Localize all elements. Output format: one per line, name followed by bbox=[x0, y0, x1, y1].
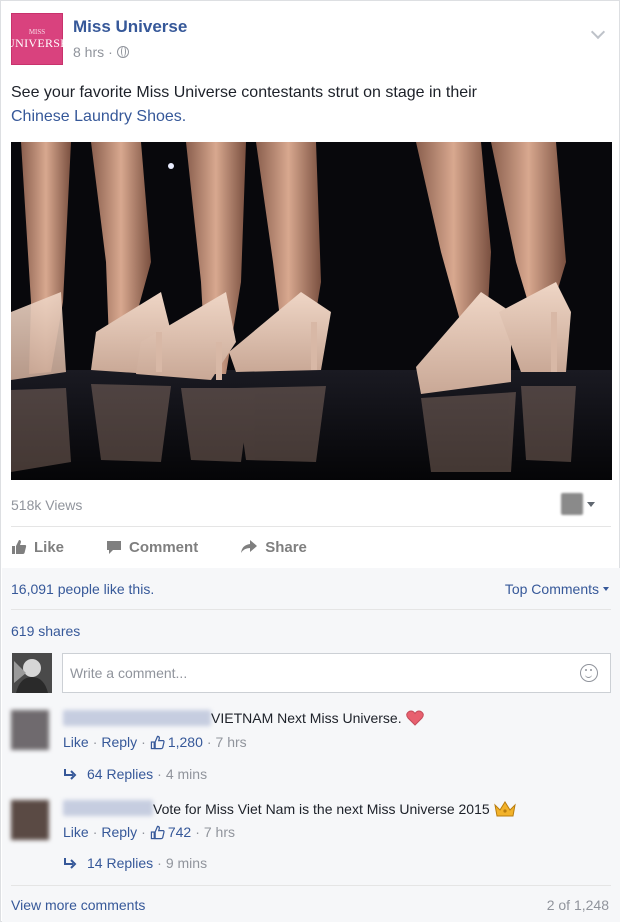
reply-arrow-icon bbox=[64, 858, 77, 869]
chevron-down-icon[interactable] bbox=[590, 24, 606, 40]
view-replies-link[interactable]: 14 Replies · 9 mins bbox=[63, 855, 207, 871]
video-options-menu[interactable] bbox=[561, 493, 595, 515]
dot-separator: · bbox=[92, 734, 98, 750]
comment-time[interactable]: 7 hrs bbox=[216, 734, 247, 750]
post-header: MISS UNIVERSE Miss Universe 8 hrs · bbox=[6, 13, 611, 65]
logo-text: UNIVERSE bbox=[6, 35, 68, 50]
comment-likes-count: 742 bbox=[167, 824, 192, 840]
commenter-avatar[interactable] bbox=[11, 800, 49, 840]
commenter-avatar[interactable] bbox=[11, 710, 49, 750]
share-button[interactable]: Share bbox=[240, 539, 307, 556]
sort-label: Top Comments bbox=[504, 581, 599, 597]
action-bar: Like Comment Share bbox=[11, 535, 349, 559]
comments-pager: 2 of 1,248 bbox=[546, 897, 609, 913]
comment-like-link[interactable]: Like bbox=[63, 824, 89, 840]
page-avatar[interactable]: MISS UNIVERSE bbox=[6, 13, 68, 65]
logo-text-top: MISS bbox=[28, 27, 46, 36]
comment-reply-link[interactable]: Reply bbox=[101, 734, 137, 750]
replies-count: 14 Replies bbox=[87, 855, 154, 871]
user-avatar-image bbox=[12, 653, 52, 693]
comment-time[interactable]: 7 hrs bbox=[204, 824, 235, 840]
comment-like-link[interactable]: Like bbox=[63, 734, 89, 750]
caret-down-icon bbox=[603, 587, 609, 591]
dot-separator: · bbox=[141, 734, 146, 750]
caret-down-icon bbox=[587, 501, 595, 507]
post-meta: 8 hrs · bbox=[73, 44, 129, 60]
thumbs-up-outline-icon bbox=[150, 735, 165, 749]
meta-dot: · bbox=[108, 44, 113, 60]
thumbs-up-outline-icon bbox=[150, 825, 165, 839]
comment-composer[interactable] bbox=[62, 653, 611, 693]
comment-likes[interactable]: 1,280 bbox=[150, 734, 203, 750]
globe-icon bbox=[116, 46, 129, 58]
divider bbox=[11, 526, 611, 527]
replies-time: 9 mins bbox=[165, 855, 208, 871]
emoji-picker-icon[interactable] bbox=[580, 664, 598, 682]
heart-icon bbox=[405, 710, 424, 726]
divider bbox=[11, 885, 611, 886]
view-more-comments-link[interactable]: View more comments bbox=[11, 897, 145, 913]
comment-body: VIETNAM Next Miss Universe. bbox=[211, 710, 402, 726]
crown-icon bbox=[493, 801, 516, 817]
post-body: See your favorite Miss Universe contesta… bbox=[11, 84, 477, 101]
shares-count[interactable]: 619 shares bbox=[11, 623, 80, 639]
dot-separator: · bbox=[157, 766, 162, 782]
like-button[interactable]: Like bbox=[11, 539, 64, 556]
comment-button[interactable]: Comment bbox=[106, 539, 198, 556]
replies-time: 4 mins bbox=[165, 766, 208, 782]
dot-separator: · bbox=[92, 824, 98, 840]
dot-separator: · bbox=[157, 855, 162, 871]
post-card: MISS UNIVERSE Miss Universe 8 hrs · See … bbox=[0, 0, 620, 922]
commenter-name[interactable] bbox=[63, 800, 153, 816]
share-arrow-icon bbox=[241, 540, 258, 553]
comment-likes-count: 1,280 bbox=[167, 734, 203, 750]
comment-label: Comment bbox=[129, 538, 199, 556]
like-label: Like bbox=[34, 538, 65, 556]
view-replies-link[interactable]: 64 Replies · 4 mins bbox=[63, 766, 207, 782]
video-frame-image bbox=[11, 142, 612, 480]
comment-text: VIETNAM Next Miss Universe. bbox=[211, 710, 424, 726]
comment-text: Vote for Miss Viet Nam is the next Miss … bbox=[153, 800, 516, 818]
post-text: See your favorite Miss Universe contesta… bbox=[11, 81, 601, 129]
dot-separator: · bbox=[141, 824, 146, 840]
comment-reply-link[interactable]: Reply bbox=[101, 824, 137, 840]
comment-body: Vote for Miss Viet Nam is the next Miss … bbox=[153, 801, 490, 817]
actor-avatar bbox=[561, 493, 583, 515]
user-avatar[interactable] bbox=[12, 653, 52, 693]
post-time[interactable]: 8 hrs bbox=[73, 44, 104, 60]
post-link[interactable]: Chinese Laundry Shoes. bbox=[11, 108, 186, 125]
page-name-link[interactable]: Miss Universe bbox=[73, 17, 187, 37]
likes-summary[interactable]: 16,091 people like this. bbox=[11, 581, 154, 597]
comment-footer: Like · Reply · 742 · 7 hrs bbox=[63, 824, 235, 840]
comment-footer: Like · Reply · 1,280 · 7 hrs bbox=[63, 734, 247, 750]
dot-separator: · bbox=[206, 734, 212, 750]
dot-separator: · bbox=[195, 824, 200, 840]
comment-icon bbox=[107, 541, 122, 554]
comment-likes[interactable]: 742 bbox=[150, 824, 191, 840]
divider bbox=[11, 609, 611, 610]
video-player[interactable] bbox=[11, 142, 612, 480]
commenter-name[interactable] bbox=[63, 710, 211, 726]
comment-input[interactable] bbox=[63, 654, 543, 692]
share-label: Share bbox=[265, 538, 307, 556]
video-views: 518k Views bbox=[11, 497, 83, 513]
thumbs-up-icon bbox=[12, 540, 27, 554]
reply-arrow-icon bbox=[64, 769, 77, 780]
comment-sort-dropdown[interactable]: Top Comments bbox=[505, 581, 609, 597]
replies-count: 64 Replies bbox=[87, 766, 154, 782]
